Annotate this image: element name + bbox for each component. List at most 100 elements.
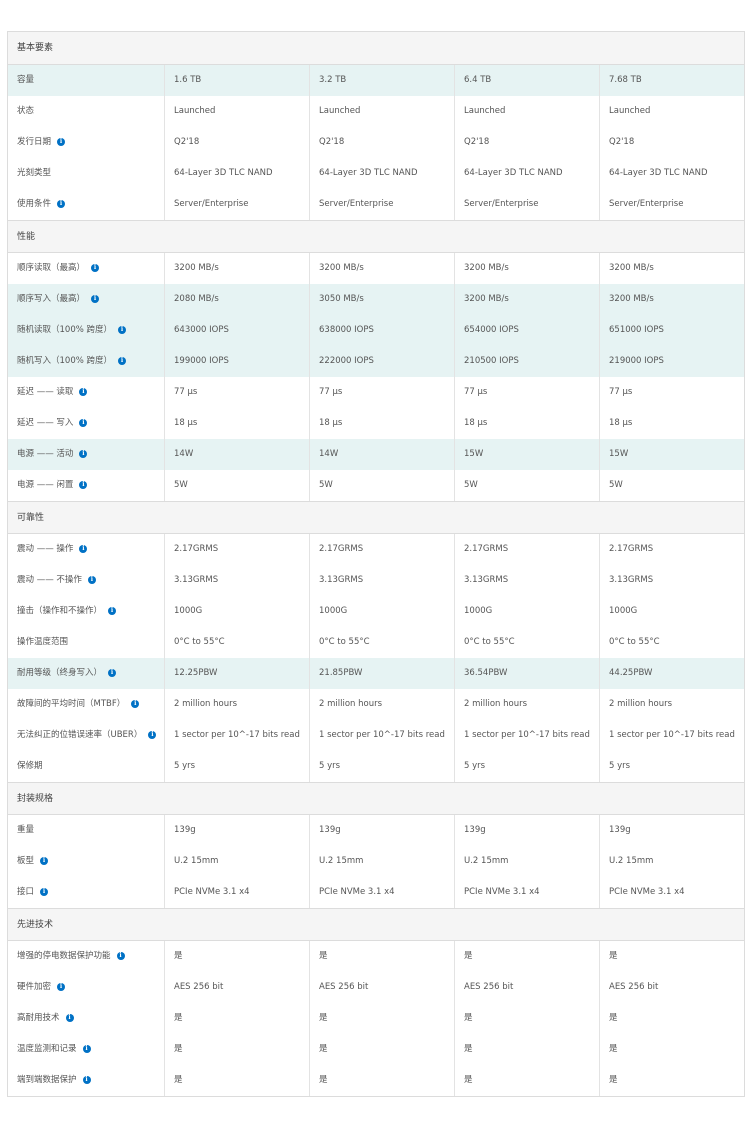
value-cell: 18 µs xyxy=(455,408,600,439)
value-cell: U.2 15mm xyxy=(609,856,654,866)
value-cell: Q2'18 xyxy=(165,127,310,158)
table-row: 随机读取（100% 跨度） i 643000 IOPS 638000 IOPS 6540… xyxy=(8,315,744,346)
value-cell: 3.13GRMS xyxy=(310,565,455,596)
table-row: 无法纠正的位错误速率（UBER） i 1 sector per 10^-17 bit… xyxy=(8,720,744,751)
table-row: 震动 —— 操作 i 2.17GRMS 2.17GRMS 2.17GRMS 2.17GRM… xyxy=(8,534,744,565)
value-cell: 5 yrs xyxy=(455,751,600,782)
value-cell: 643000 IOPS xyxy=(165,315,310,346)
row-label: 容量 xyxy=(17,75,35,85)
info-icon[interactable]: i xyxy=(57,199,66,208)
info-icon[interactable]: i xyxy=(118,356,127,365)
value-cell: 3050 MB/s xyxy=(310,284,455,315)
value-cell: 5W xyxy=(609,480,623,490)
row-label: 电源 —— 闲置 xyxy=(17,480,74,490)
section-rows: 增强的停电数据保护功能 i 是是是是硬件加密 i AES 256 bit AES 256 … xyxy=(8,940,744,1096)
info-icon[interactable]: i xyxy=(87,575,96,584)
value-cell: 2.17GRMS xyxy=(609,544,654,554)
value-cell: 6.4 TB xyxy=(455,65,600,96)
value-cell: 3200 MB/s xyxy=(609,263,654,273)
table-row: 重量 139g 139g 139g 139g xyxy=(8,815,744,846)
info-icon[interactable]: i xyxy=(79,418,88,427)
info-icon[interactable]: i xyxy=(118,325,127,334)
table-row: 温度监测和记录 i 是是是是 xyxy=(8,1034,744,1065)
value-cell: Launched xyxy=(165,96,310,127)
row-label: 高耐用技术 xyxy=(17,1013,60,1023)
value-cell: 3.13GRMS xyxy=(455,565,600,596)
info-icon[interactable]: i xyxy=(91,263,100,272)
value-cell: 77 µs xyxy=(609,387,633,397)
value-cell: U.2 15mm xyxy=(165,846,310,877)
info-icon[interactable]: i xyxy=(57,137,66,146)
row-label-cell: 高耐用技术 i xyxy=(8,1003,165,1034)
info-icon[interactable]: i xyxy=(82,1044,91,1053)
value-cell: 15W xyxy=(455,439,600,470)
info-icon[interactable]: i xyxy=(40,887,49,896)
value-cell: 1000G xyxy=(455,596,600,627)
value-cell: 5 yrs xyxy=(310,751,455,782)
value-cell: 是 xyxy=(165,1065,310,1096)
info-icon[interactable]: i xyxy=(82,1075,91,1084)
value-cell: 是 xyxy=(455,1003,600,1034)
row-label-cell: 发行日期 i xyxy=(8,127,165,158)
row-label-cell: 板型 i xyxy=(8,846,165,877)
value-cell: 1 sector per 10^-17 bits read xyxy=(455,720,600,751)
value-cell: Q2'18 xyxy=(609,137,635,147)
info-icon[interactable]: i xyxy=(148,730,157,739)
value-cell: 77 µs xyxy=(310,377,455,408)
row-label-cell: 硬件加密 i xyxy=(8,972,165,1003)
value-cell: 3200 MB/s xyxy=(455,253,600,284)
table-row: 端到端数据保护 i 是是是是 xyxy=(8,1065,744,1096)
info-icon[interactable]: i xyxy=(57,982,66,991)
section-header: 基本要素 xyxy=(8,32,744,64)
info-icon[interactable]: i xyxy=(40,856,49,865)
value-cell: 139g xyxy=(455,815,600,846)
value-cell: 5W xyxy=(310,470,455,501)
value-cell: 18 µs xyxy=(165,408,310,439)
value-cell: 5W xyxy=(165,470,310,501)
value-cell: 5 yrs xyxy=(165,751,310,782)
value-cell: 是 xyxy=(165,941,310,972)
info-icon[interactable]: i xyxy=(108,606,117,615)
row-label-cell: 震动 —— 不操作 i xyxy=(8,565,165,596)
info-icon[interactable]: i xyxy=(131,699,140,708)
table-row: 光刻类型 64-Layer 3D TLC NAND 64-Layer 3D TLC … xyxy=(8,158,744,189)
value-cell: 是 xyxy=(310,1003,455,1034)
info-icon[interactable]: i xyxy=(91,294,100,303)
value-cell: 3200 MB/s xyxy=(609,294,654,304)
value-cell: 3.13GRMS xyxy=(609,575,654,585)
row-label: 硬件加密 xyxy=(17,982,52,992)
info-icon[interactable]: i xyxy=(79,480,88,489)
value-cell: 210500 IOPS xyxy=(455,346,600,377)
value-cell: 44.25PBW xyxy=(609,668,653,678)
value-cell: 64-Layer 3D TLC NAND xyxy=(455,158,600,189)
info-icon[interactable]: i xyxy=(65,1013,74,1022)
row-label-cell: 无法纠正的位错误速率（UBER） i xyxy=(8,720,165,751)
info-icon[interactable]: i xyxy=(108,668,117,677)
value-cell: 是 xyxy=(609,1044,618,1054)
row-label-cell: 接口 i xyxy=(8,877,165,908)
value-cell: 0°C to 55°C xyxy=(455,627,600,658)
value-cell: 是 xyxy=(455,1034,600,1065)
value-cell: 2.17GRMS xyxy=(310,534,455,565)
row-label: 光刻类型 xyxy=(17,168,52,178)
row-label-cell: 随机写入（100% 跨度） i xyxy=(8,346,165,377)
info-icon[interactable]: i xyxy=(79,449,88,458)
info-icon[interactable]: i xyxy=(116,951,125,960)
value-cell: 64-Layer 3D TLC NAND xyxy=(310,158,455,189)
value-cell: 0°C to 55°C xyxy=(609,637,660,647)
table-row: 撞击（操作和不操作） i 1000G 1000G 1000G 1000G xyxy=(8,596,744,627)
value-cell: Server/Enterprise xyxy=(165,189,310,220)
value-cell: 18 µs xyxy=(609,418,633,428)
value-cell: 199000 IOPS xyxy=(165,346,310,377)
row-label-cell: 延迟 —— 读取 i xyxy=(8,377,165,408)
table-row: 发行日期 i Q2'18 Q2'18 Q2'18 Q2'18 xyxy=(8,127,744,158)
row-label: 耐用等级（终身写入） xyxy=(17,668,103,678)
value-cell: 3.2 TB xyxy=(310,65,455,96)
info-icon[interactable]: i xyxy=(79,387,88,396)
section-rows: 重量 139g 139g 139g 139g 板型 i U.2 15mm U.2 15mm U.2… xyxy=(8,814,744,908)
value-cell: 2 million hours xyxy=(165,689,310,720)
value-cell: 2 million hours xyxy=(609,699,673,709)
row-label: 状态 xyxy=(17,106,35,116)
info-icon[interactable]: i xyxy=(79,544,88,553)
value-cell: 64-Layer 3D TLC NAND xyxy=(165,158,310,189)
